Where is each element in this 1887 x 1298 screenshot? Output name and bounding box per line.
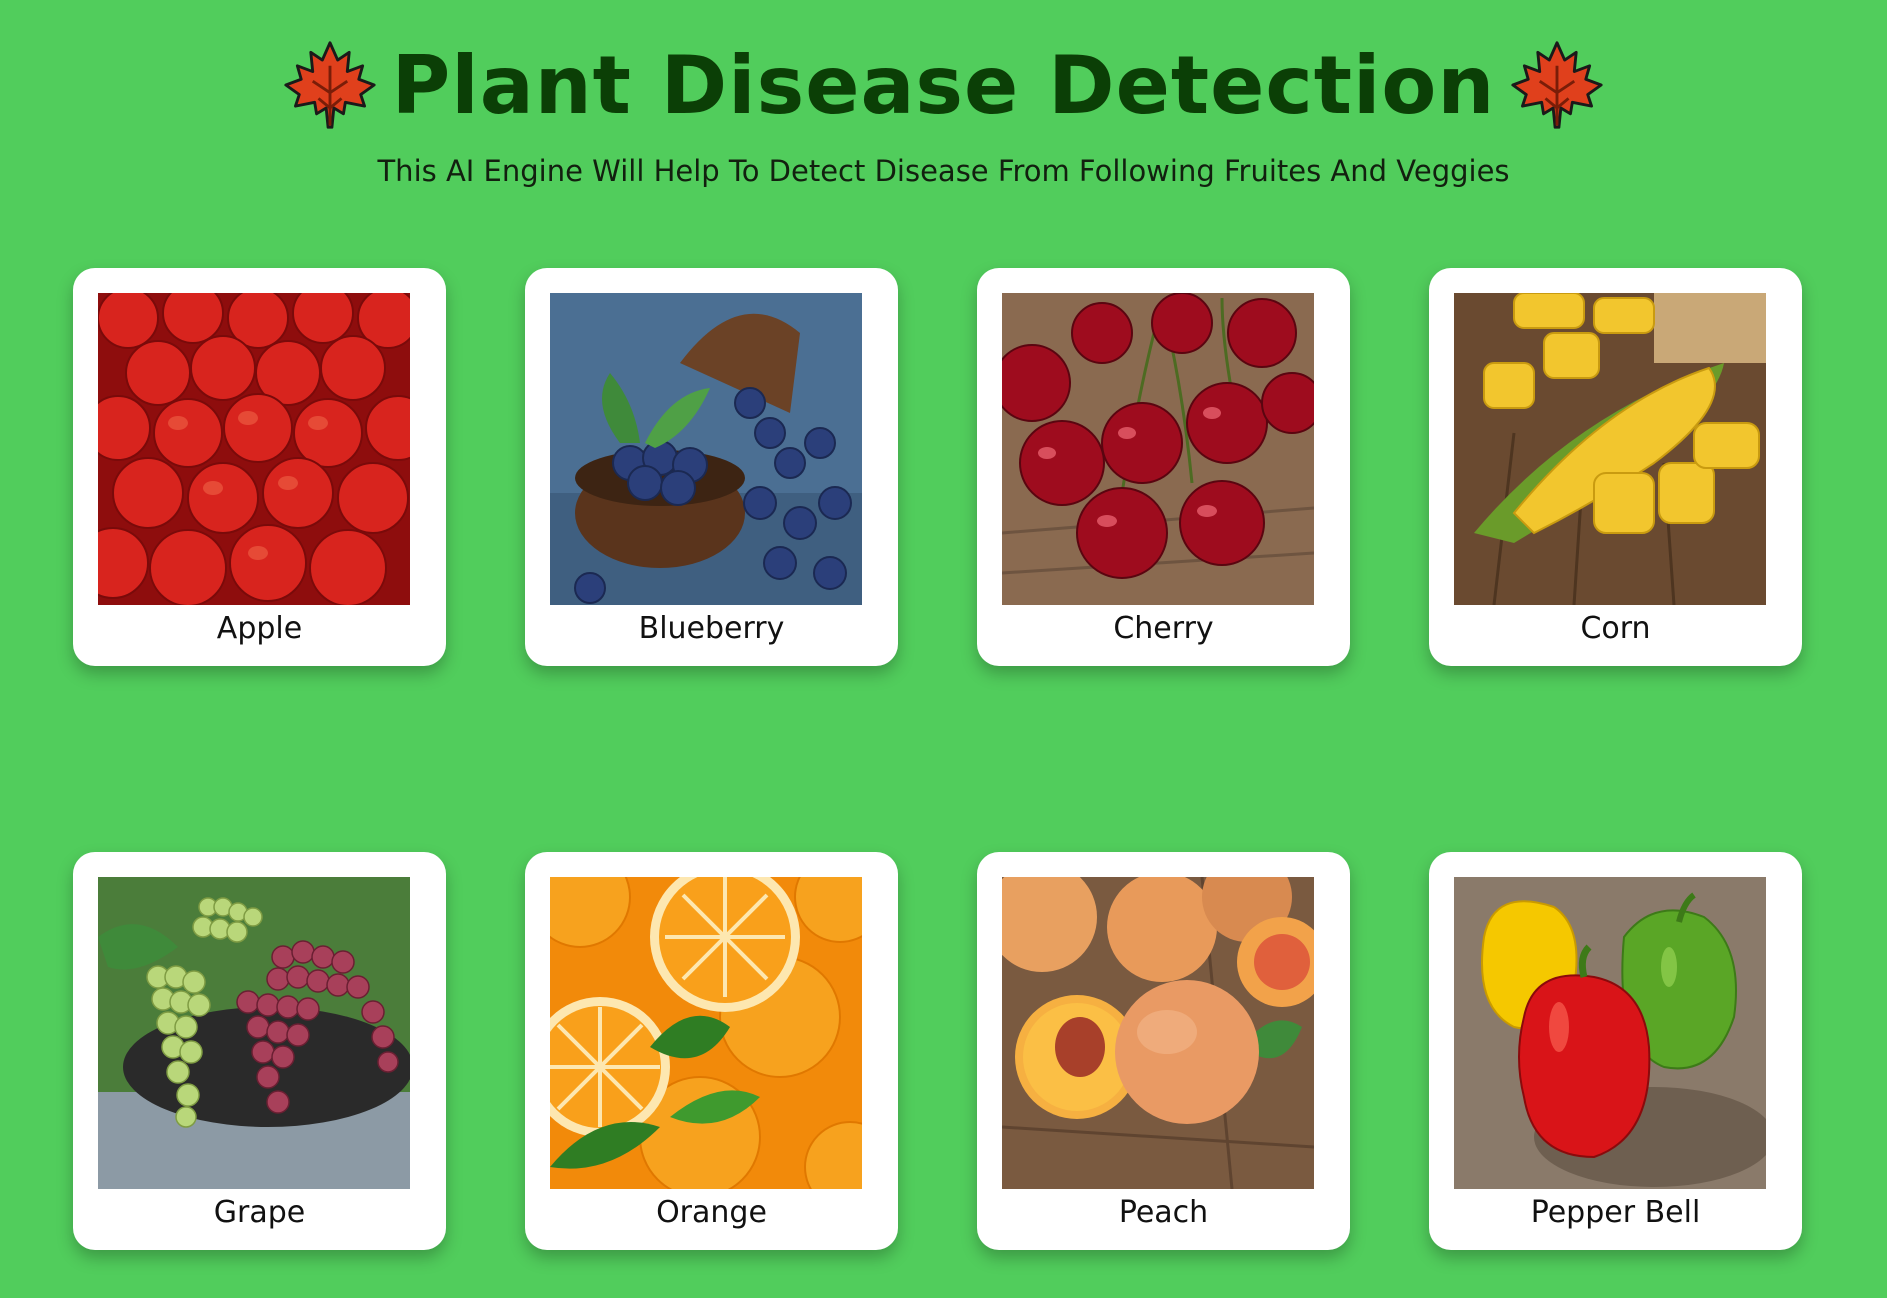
maple-leaf-icon (284, 41, 376, 129)
crop-card-peach[interactable]: Peach (977, 852, 1350, 1250)
orange-image (550, 877, 862, 1189)
corn-image (1454, 293, 1766, 605)
crop-label: Blueberry (638, 611, 785, 646)
peach-image (1002, 877, 1314, 1189)
grape-image (98, 877, 410, 1189)
crop-card-grape[interactable]: Grape (73, 852, 446, 1250)
crop-grid: Apple Blueberry Cherry Corn Grape Orange… (73, 268, 1803, 1268)
crop-label: Grape (213, 1195, 306, 1230)
crop-label: Apple (216, 611, 303, 646)
crop-label: Pepper Bell (1530, 1195, 1701, 1230)
crop-card-apple[interactable]: Apple (73, 268, 446, 666)
blueberry-image (550, 293, 862, 605)
crop-card-corn[interactable]: Corn (1429, 268, 1802, 666)
crop-label: Peach (1118, 1195, 1209, 1230)
crop-card-orange[interactable]: Orange (525, 852, 898, 1250)
crop-label: Corn (1580, 611, 1651, 646)
crop-label: Cherry (1113, 611, 1214, 646)
crop-label: Orange (656, 1195, 767, 1230)
crop-card-pepper-bell[interactable]: Pepper Bell (1429, 852, 1802, 1250)
cherry-image (1002, 293, 1314, 605)
page-title: Plant Disease Detection (391, 38, 1496, 132)
crop-card-cherry[interactable]: Cherry (977, 268, 1350, 666)
apple-image (98, 293, 410, 605)
crop-card-blueberry[interactable]: Blueberry (525, 268, 898, 666)
page-subtitle: This AI Engine Will Help To Detect Disea… (377, 154, 1510, 188)
maple-leaf-icon (1511, 41, 1603, 129)
title-row: Plant Disease Detection (0, 30, 1887, 140)
page-header: Plant Disease Detection This AI Engine W… (0, 30, 1887, 188)
pepper-bell-image (1454, 877, 1766, 1189)
